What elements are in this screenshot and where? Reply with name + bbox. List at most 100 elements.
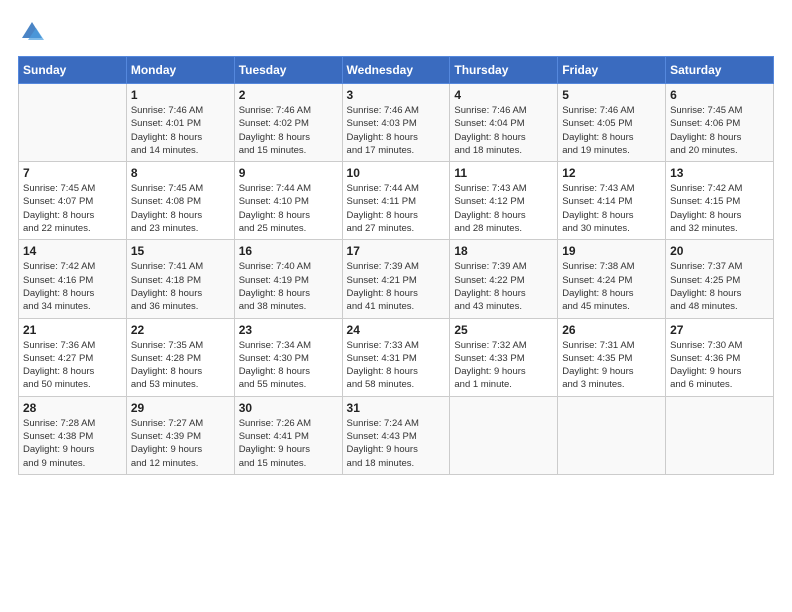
calendar-cell: 17 Sunrise: 7:39 AMSunset: 4:21 PMDayligh…	[342, 240, 450, 318]
calendar-cell: 13Sunrise: 7:42 AMSunset: 4:15 PMDayligh…	[666, 162, 774, 240]
calendar-cell: 10Sunrise: 7:44 AMSunset: 4:11 PMDayligh…	[342, 162, 450, 240]
page: SundayMondayTuesdayWednesdayThursdayFrid…	[0, 0, 792, 612]
day-number: 21	[23, 323, 122, 337]
day-info: Sunrise: 7:46 AMSunset: 4:05 PMDaylight:…	[562, 104, 661, 157]
day-info: Sunrise: 7:24 AMSunset: 4:43 PMDaylight:…	[347, 417, 446, 470]
week-row-5: 28Sunrise: 7:28 AMSunset: 4:38 PMDayligh…	[19, 396, 774, 474]
calendar-cell: 29 Sunrise: 7:27 AMSunset: 4:39 PMDayligh…	[126, 396, 234, 474]
day-number: 12	[562, 166, 661, 180]
day-number: 24	[347, 323, 446, 337]
day-number: 15	[131, 244, 230, 258]
calendar-cell: 15 Sunrise: 7:41 AMSunset: 4:18 PMDayligh…	[126, 240, 234, 318]
day-header-friday: Friday	[558, 57, 666, 84]
calendar-cell: 3 Sunrise: 7:46 AMSunset: 4:03 PMDaylight…	[342, 84, 450, 162]
day-info: Sunrise: 7:45 AMSunset: 4:06 PMDaylight:…	[670, 104, 769, 157]
day-number: 25	[454, 323, 553, 337]
day-info: Sunrise: 7:46 AMSunset: 4:03 PMDaylight:…	[347, 104, 446, 157]
day-number: 29	[131, 401, 230, 415]
calendar-cell: 16Sunrise: 7:40 AMSunset: 4:19 PMDayligh…	[234, 240, 342, 318]
calendar-cell: 31Sunrise: 7:24 AMSunset: 4:43 PMDayligh…	[342, 396, 450, 474]
day-number: 20	[670, 244, 769, 258]
calendar-cell: 27 Sunrise: 7:30 AMSunset: 4:36 PMDayligh…	[666, 318, 774, 396]
day-number: 11	[454, 166, 553, 180]
calendar-cell: 4 Sunrise: 7:46 AMSunset: 4:04 PMDaylight…	[450, 84, 558, 162]
day-info: Sunrise: 7:41 AMSunset: 4:18 PMDaylight:…	[131, 260, 230, 313]
day-info: Sunrise: 7:27 AMSunset: 4:39 PMDaylight:…	[131, 417, 230, 470]
calendar-cell: 5 Sunrise: 7:46 AMSunset: 4:05 PMDaylight…	[558, 84, 666, 162]
calendar-cell: 20 Sunrise: 7:37 AMSunset: 4:25 PMDayligh…	[666, 240, 774, 318]
day-info: Sunrise: 7:39 AMSunset: 4:22 PMDaylight:…	[454, 260, 553, 313]
header-row: SundayMondayTuesdayWednesdayThursdayFrid…	[19, 57, 774, 84]
header	[18, 18, 774, 46]
calendar-cell: 14Sunrise: 7:42 AMSunset: 4:16 PMDayligh…	[19, 240, 127, 318]
day-number: 27	[670, 323, 769, 337]
day-header-sunday: Sunday	[19, 57, 127, 84]
calendar-cell: 18 Sunrise: 7:39 AMSunset: 4:22 PMDayligh…	[450, 240, 558, 318]
day-header-thursday: Thursday	[450, 57, 558, 84]
week-row-4: 21 Sunrise: 7:36 AMSunset: 4:27 PMDayligh…	[19, 318, 774, 396]
day-info: Sunrise: 7:45 AMSunset: 4:07 PMDaylight:…	[23, 182, 122, 235]
calendar-cell: 21 Sunrise: 7:36 AMSunset: 4:27 PMDayligh…	[19, 318, 127, 396]
day-number: 3	[347, 88, 446, 102]
day-info: Sunrise: 7:46 AMSunset: 4:01 PMDaylight:…	[131, 104, 230, 157]
day-number: 4	[454, 88, 553, 102]
calendar-cell: 28Sunrise: 7:28 AMSunset: 4:38 PMDayligh…	[19, 396, 127, 474]
calendar-cell: 26 Sunrise: 7:31 AMSunset: 4:35 PMDayligh…	[558, 318, 666, 396]
calendar-cell: 6 Sunrise: 7:45 AMSunset: 4:06 PMDaylight…	[666, 84, 774, 162]
day-number: 1	[131, 88, 230, 102]
day-info: Sunrise: 7:38 AMSunset: 4:24 PMDaylight:…	[562, 260, 661, 313]
day-header-tuesday: Tuesday	[234, 57, 342, 84]
day-info: Sunrise: 7:42 AMSunset: 4:16 PMDaylight:…	[23, 260, 122, 313]
week-row-3: 14Sunrise: 7:42 AMSunset: 4:16 PMDayligh…	[19, 240, 774, 318]
calendar-cell	[19, 84, 127, 162]
calendar-cell	[450, 396, 558, 474]
day-info: Sunrise: 7:39 AMSunset: 4:21 PMDaylight:…	[347, 260, 446, 313]
day-header-monday: Monday	[126, 57, 234, 84]
calendar-cell: 7Sunrise: 7:45 AMSunset: 4:07 PMDaylight…	[19, 162, 127, 240]
calendar-cell: 25Sunrise: 7:32 AMSunset: 4:33 PMDayligh…	[450, 318, 558, 396]
day-info: Sunrise: 7:44 AMSunset: 4:10 PMDaylight:…	[239, 182, 338, 235]
calendar-cell: 30Sunrise: 7:26 AMSunset: 4:41 PMDayligh…	[234, 396, 342, 474]
day-info: Sunrise: 7:30 AMSunset: 4:36 PMDaylight:…	[670, 339, 769, 392]
day-number: 6	[670, 88, 769, 102]
logo-icon	[18, 18, 46, 46]
day-info: Sunrise: 7:43 AMSunset: 4:14 PMDaylight:…	[562, 182, 661, 235]
calendar-cell: 1 Sunrise: 7:46 AMSunset: 4:01 PMDaylight…	[126, 84, 234, 162]
day-info: Sunrise: 7:43 AMSunset: 4:12 PMDaylight:…	[454, 182, 553, 235]
calendar-cell: 22 Sunrise: 7:35 AMSunset: 4:28 PMDayligh…	[126, 318, 234, 396]
calendar-cell: 9 Sunrise: 7:44 AMSunset: 4:10 PMDaylight…	[234, 162, 342, 240]
day-info: Sunrise: 7:46 AMSunset: 4:04 PMDaylight:…	[454, 104, 553, 157]
day-number: 26	[562, 323, 661, 337]
day-number: 18	[454, 244, 553, 258]
day-header-wednesday: Wednesday	[342, 57, 450, 84]
day-info: Sunrise: 7:36 AMSunset: 4:27 PMDaylight:…	[23, 339, 122, 392]
week-row-1: 1 Sunrise: 7:46 AMSunset: 4:01 PMDaylight…	[19, 84, 774, 162]
day-number: 28	[23, 401, 122, 415]
day-info: Sunrise: 7:33 AMSunset: 4:31 PMDaylight:…	[347, 339, 446, 392]
day-info: Sunrise: 7:31 AMSunset: 4:35 PMDaylight:…	[562, 339, 661, 392]
day-number: 19	[562, 244, 661, 258]
day-info: Sunrise: 7:37 AMSunset: 4:25 PMDaylight:…	[670, 260, 769, 313]
day-number: 22	[131, 323, 230, 337]
day-number: 9	[239, 166, 338, 180]
week-row-2: 7Sunrise: 7:45 AMSunset: 4:07 PMDaylight…	[19, 162, 774, 240]
day-info: Sunrise: 7:45 AMSunset: 4:08 PMDaylight:…	[131, 182, 230, 235]
day-info: Sunrise: 7:26 AMSunset: 4:41 PMDaylight:…	[239, 417, 338, 470]
calendar-cell	[666, 396, 774, 474]
calendar-cell: 2 Sunrise: 7:46 AMSunset: 4:02 PMDaylight…	[234, 84, 342, 162]
day-number: 17	[347, 244, 446, 258]
calendar-cell: 12 Sunrise: 7:43 AMSunset: 4:14 PMDayligh…	[558, 162, 666, 240]
day-info: Sunrise: 7:46 AMSunset: 4:02 PMDaylight:…	[239, 104, 338, 157]
day-info: Sunrise: 7:44 AMSunset: 4:11 PMDaylight:…	[347, 182, 446, 235]
day-info: Sunrise: 7:40 AMSunset: 4:19 PMDaylight:…	[239, 260, 338, 313]
day-info: Sunrise: 7:35 AMSunset: 4:28 PMDaylight:…	[131, 339, 230, 392]
day-info: Sunrise: 7:34 AMSunset: 4:30 PMDaylight:…	[239, 339, 338, 392]
day-number: 8	[131, 166, 230, 180]
calendar-table: SundayMondayTuesdayWednesdayThursdayFrid…	[18, 56, 774, 475]
day-number: 5	[562, 88, 661, 102]
day-number: 2	[239, 88, 338, 102]
calendar-cell: 11 Sunrise: 7:43 AMSunset: 4:12 PMDayligh…	[450, 162, 558, 240]
day-info: Sunrise: 7:42 AMSunset: 4:15 PMDaylight:…	[670, 182, 769, 235]
calendar-cell: 24 Sunrise: 7:33 AMSunset: 4:31 PMDayligh…	[342, 318, 450, 396]
calendar-cell: 19 Sunrise: 7:38 AMSunset: 4:24 PMDayligh…	[558, 240, 666, 318]
